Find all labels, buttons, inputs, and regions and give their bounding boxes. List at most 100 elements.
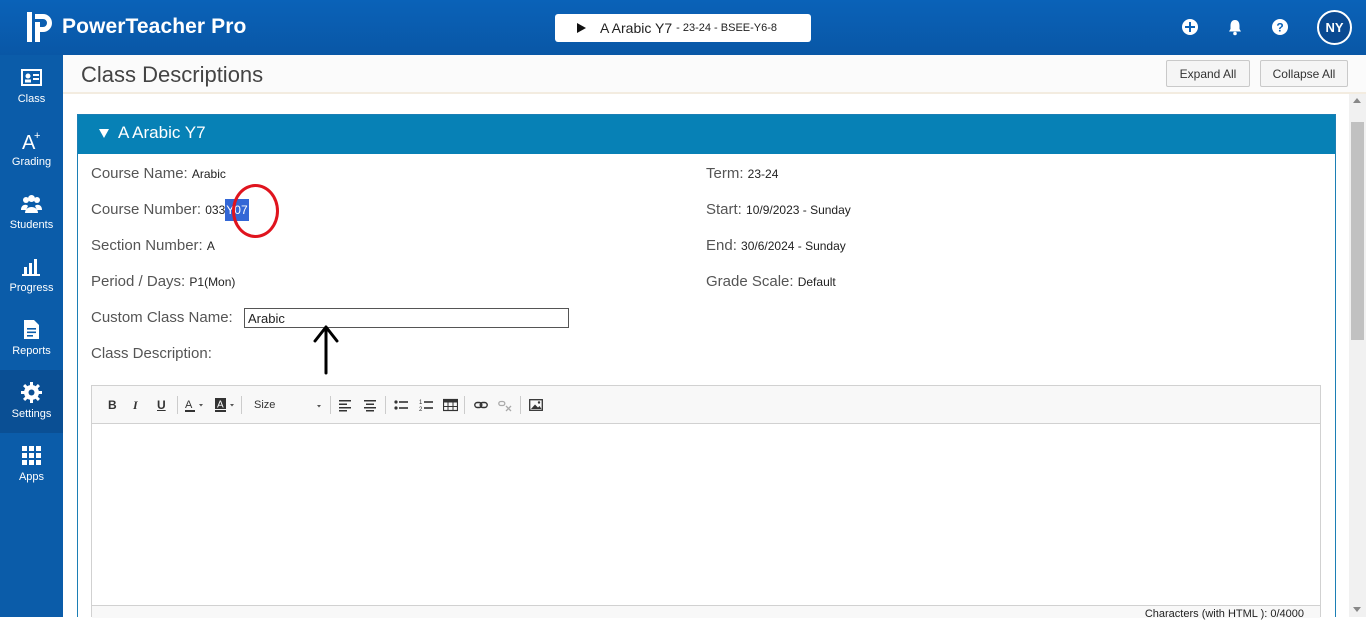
left-navigation: Class A + Grading Students Progress Repo… [0,55,63,617]
user-avatar[interactable]: NY [1317,10,1352,45]
class-description-label: Class Description: [91,345,212,362]
course-number-field: Course Number: 033Y07 [91,199,249,221]
nav-label-settings: Settings [11,408,52,420]
class-panel-title: A Arabic Y7 [118,123,206,142]
custom-class-name-input[interactable] [244,308,569,328]
bulleted-list-icon[interactable] [394,398,408,412]
collapse-all-button[interactable]: Collapse All [1260,60,1348,87]
svg-text:+: + [34,130,40,142]
toolbar-separator [241,396,242,414]
nav-item-grading[interactable]: A + Grading [0,118,63,181]
start-field: Start: 10/9/2023 - Sunday [706,201,851,218]
class-selector-name: A Arabic Y7 [600,20,673,36]
course-name-label: Course Name: [91,165,188,182]
notifications-bell-icon[interactable] [1226,18,1244,36]
scroll-down-icon[interactable] [1353,607,1361,612]
students-icon [21,195,42,213]
period-days-label: Period / Days: [91,273,186,290]
custom-class-name-label: Custom Class Name: [91,309,233,326]
annotation-red-circle [232,184,279,238]
grade-scale-field: Grade Scale: Default [706,273,836,290]
apps-icon [22,446,41,465]
svg-text:1: 1 [419,400,423,406]
term-label: Term: [706,165,744,182]
toolbar-separator [330,396,331,414]
collapse-triangle-icon[interactable] [99,129,109,138]
progress-icon [22,259,40,276]
nav-item-class[interactable]: Class [0,55,63,118]
underline-button[interactable]: U [157,398,166,412]
start-value: 10/9/2023 - Sunday [746,203,851,217]
class-selector-detail: - 23-24 - BSEE-Y6-8 [676,22,778,34]
end-value: 30/6/2024 - Sunday [741,239,846,253]
nav-item-reports[interactable]: Reports [0,307,63,370]
annotation-up-arrow-icon [313,325,339,375]
page-scrollbar[interactable] [1349,94,1366,617]
top-bar: PowerTeacher Pro A Arabic Y7 - 23-24 - B… [0,0,1366,55]
toolbar-separator [177,396,178,414]
table-icon[interactable] [443,398,458,412]
section-number-field: Section Number: A [91,237,215,254]
class-description-editor: B I U A A Size 1 2 Characters (with HTML… [91,385,1321,620]
character-count: Characters (with HTML ): 0/4000 [1144,608,1304,620]
link-icon[interactable] [474,398,488,412]
course-name-value: Arabic [191,167,226,181]
term-value: 23-24 [747,167,779,181]
nav-item-progress[interactable]: Progress [0,244,63,307]
expand-all-button[interactable]: Expand All [1166,60,1250,87]
font-size-dropdown[interactable]: Size [254,398,275,412]
editor-toolbar: B I U A A Size 1 2 [92,386,1320,424]
nav-item-students[interactable]: Students [0,181,63,244]
image-icon[interactable] [529,398,543,412]
powerschool-logo-icon [27,12,52,42]
period-days-field: Period / Days: P1(Mon) [91,273,235,290]
toolbar-separator [520,396,521,414]
numbered-list-icon[interactable]: 1 2 [419,398,433,412]
toolbar-separator [385,396,386,414]
class-panel-header[interactable]: A Arabic Y7 [78,115,1335,154]
section-number-value: A [206,239,215,253]
nav-label-progress: Progress [9,282,54,294]
svg-text:A: A [217,400,224,411]
align-center-icon[interactable] [364,398,376,412]
background-color-icon[interactable]: A [214,398,238,412]
reports-icon [24,320,39,339]
svg-text:?: ? [1276,21,1283,35]
nav-label-apps: Apps [18,471,45,483]
nav-label-grading: Grading [11,156,52,168]
start-label: Start: [706,201,742,218]
scrollbar-thumb[interactable] [1351,122,1364,340]
grade-scale-label: Grade Scale: [706,273,794,290]
class-icon [21,69,42,86]
app-title[interactable]: PowerTeacher Pro [62,15,246,39]
italic-button[interactable]: I [133,398,138,412]
nav-label-students: Students [9,219,54,231]
nav-label-class: Class [17,93,46,105]
scroll-up-icon[interactable] [1353,98,1361,103]
page-header: Class Descriptions Expand All Collapse A… [63,55,1366,94]
class-selector-button[interactable]: A Arabic Y7 - 23-24 - BSEE-Y6-8 [555,14,811,42]
add-icon[interactable] [1181,18,1199,36]
settings-icon [21,382,42,403]
end-field: End: 30/6/2024 - Sunday [706,237,846,254]
page-title: Class Descriptions [81,62,264,87]
unlink-icon[interactable] [498,398,512,412]
align-left-icon[interactable] [339,398,351,412]
nav-item-apps[interactable]: Apps [0,433,63,496]
svg-text:2: 2 [419,407,423,412]
course-number-label: Course Number: [91,201,202,218]
editor-footer: Characters (with HTML ): 0/4000 [92,605,1320,620]
nav-item-settings[interactable]: Settings [0,370,63,433]
help-icon[interactable]: ? [1271,18,1289,36]
course-number-value-start: 03 [205,203,219,217]
term-field: Term: 23-24 [706,165,778,182]
class-description-textarea[interactable] [92,425,1320,605]
grading-icon: A + [22,130,40,151]
bold-button[interactable]: B [108,398,117,412]
toolbar-separator [464,396,465,414]
text-color-icon[interactable]: A [184,398,206,412]
play-icon [577,23,586,33]
dropdown-arrow-icon[interactable] [314,398,324,412]
period-days-value: P1(Mon) [189,275,236,289]
section-number-label: Section Number: [91,237,203,254]
